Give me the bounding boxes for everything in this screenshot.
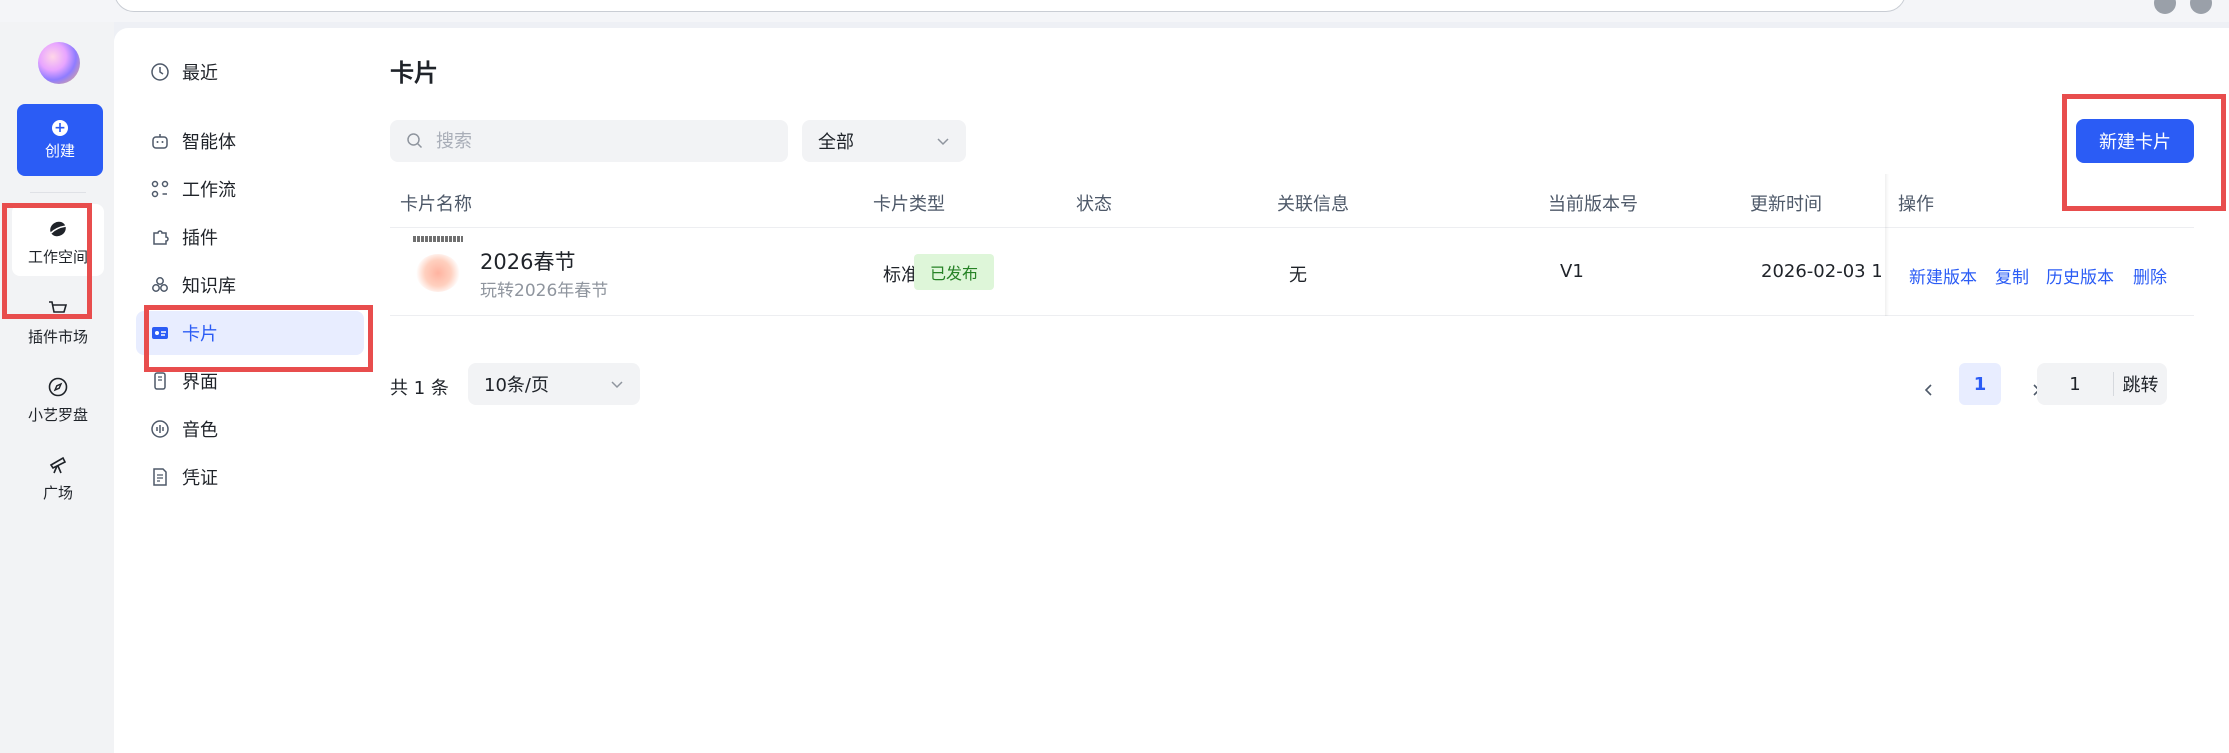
page-jump-box: 跳转 [2037,363,2167,405]
column-header-version: 当前版本号 [1548,194,1638,215]
phone-icon [150,371,170,391]
table-row-divider [390,315,2194,316]
compass-icon [48,377,68,397]
column-header-actions: 操作 [1898,194,1934,215]
sticky-column-shadow [1885,174,1889,316]
rail-divider [30,192,86,193]
prev-page-button[interactable] [1922,378,1936,402]
telescope-icon [49,456,67,474]
page-size-select[interactable]: 10条/页 [468,363,640,405]
total-count: 共 1 条 [390,378,449,399]
search-icon [407,133,423,149]
table-header-divider [390,227,2194,228]
new-card-button[interactable]: 新建卡片 [2076,119,2194,163]
nav-item-agent[interactable]: 智能体 [136,119,364,163]
history-version-link[interactable]: 历史版本 [2046,263,2114,288]
card-description: 玩转2026年春节 [480,281,609,301]
puzzle-icon [150,227,170,247]
robot-icon [150,131,170,151]
column-header-status: 状态 [1076,194,1112,215]
nav-item-card[interactable]: 卡片 [136,311,364,355]
delete-link[interactable]: 删除 [2133,263,2167,288]
nav-item-plugin[interactable]: 插件 [136,215,364,259]
address-bar[interactable] [114,0,1906,12]
nav-item-voice[interactable]: 音色 [136,407,364,451]
version-number: V1 [1560,261,1584,282]
extension-icon[interactable] [2154,0,2176,14]
card-icon [150,323,170,343]
column-header-related: 关联信息 [1277,194,1349,215]
chevron-down-icon [937,138,949,146]
nav-item-interface[interactable]: 界面 [136,359,364,403]
nav-item-workflow[interactable]: 工作流 [136,167,364,211]
chevron-left-icon [1924,384,1932,396]
workspace-icon [50,221,67,237]
nav-item-recent[interactable]: 最近 [136,50,364,94]
card-name[interactable]: 2026春节 [480,246,575,276]
rail-item-plaza[interactable]: 广场 [12,440,104,512]
profile-avatar[interactable] [2190,0,2212,14]
card-thumbnail [413,236,463,294]
current-page-button[interactable]: 1 [1959,363,2001,405]
nav-item-credential[interactable]: 凭证 [136,455,364,499]
rail-item-plugin-market[interactable]: 插件市场 [12,284,104,356]
workflow-icon [150,179,170,199]
main-panel: 最近 智能体 工作流 插件 知识库 卡片 界面 音色 凭证 卡片 搜索 全部 新… [114,28,2229,753]
cart-icon [49,301,68,318]
app-rail: + 创建 工作空间 插件市场 小艺罗盘 广场 [0,22,114,753]
type-filter-select[interactable]: 全部 [802,120,966,162]
soundwave-icon [150,419,170,439]
copy-link[interactable]: 复制 [1995,263,2029,288]
status-badge: 已发布 [914,254,995,290]
rail-item-compass[interactable]: 小艺罗盘 [12,362,104,434]
document-icon [150,467,170,487]
nav-item-knowledge[interactable]: 知识库 [136,263,364,307]
create-button[interactable]: + 创建 [17,104,103,176]
page-jump-input[interactable] [2037,372,2113,396]
search-input[interactable] [434,129,758,153]
clock-icon [150,62,170,82]
related-info: 无 [1289,265,1307,286]
column-header-updated: 更新时间 [1750,194,1822,215]
plus-icon: + [52,120,68,136]
rail-item-workspace[interactable]: 工作空间 [12,204,104,276]
search-box[interactable] [390,120,788,162]
jump-button[interactable]: 跳转 [2114,371,2167,397]
column-header-type: 卡片类型 [873,194,945,215]
updated-time: 2026-02-03 11 [1761,261,1881,282]
new-version-link[interactable]: 新建版本 [1909,263,1977,288]
page-title: 卡片 [390,59,438,87]
knowledge-icon [150,275,170,295]
column-header-name: 卡片名称 [400,194,472,215]
chevron-down-icon [611,381,623,389]
browser-top-strip [0,0,2229,22]
app-logo [38,42,80,84]
